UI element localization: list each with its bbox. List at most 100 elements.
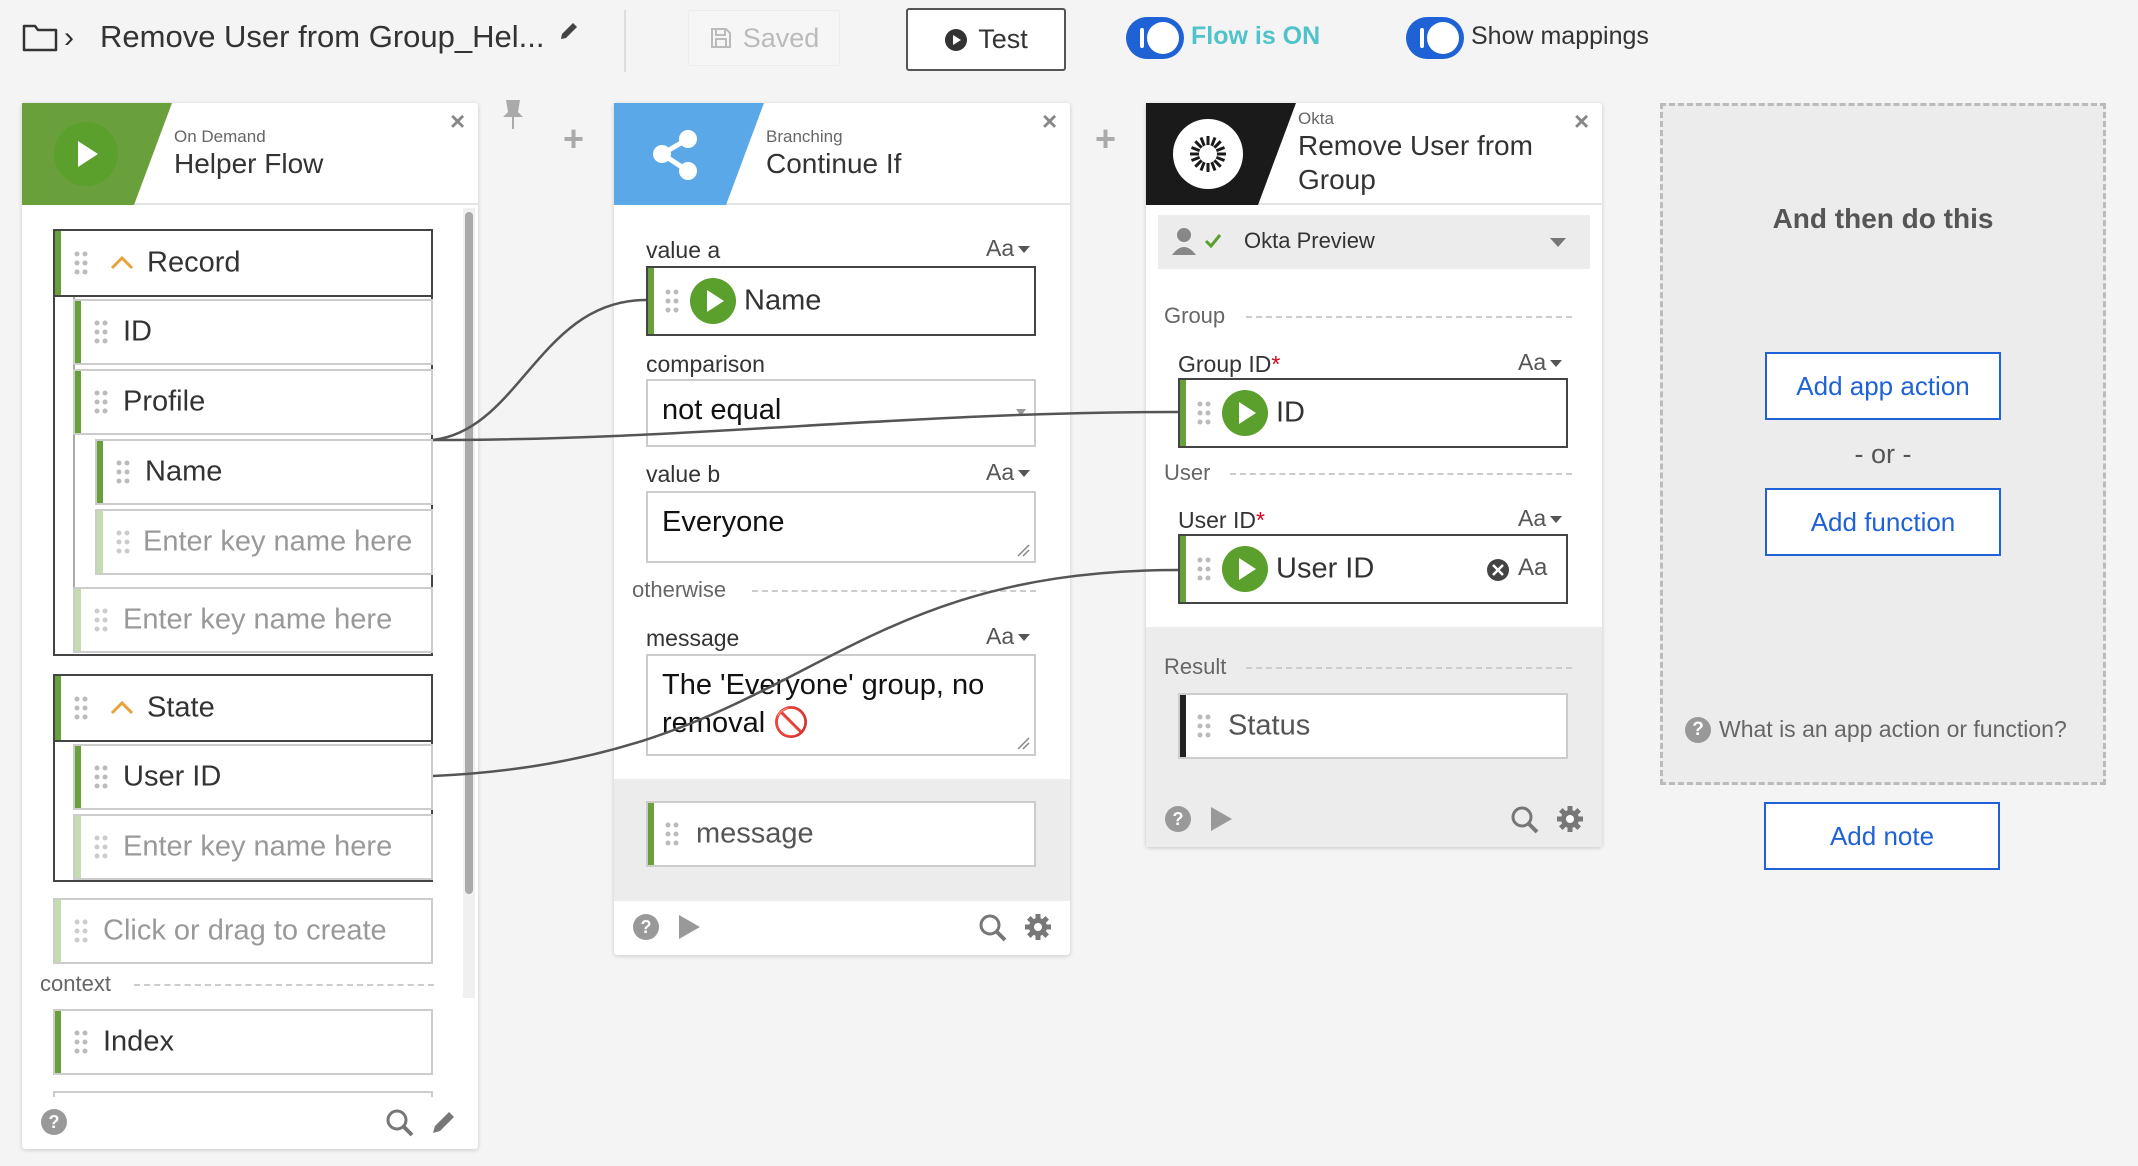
- help-icon[interactable]: ?: [632, 913, 660, 941]
- record-label: Record: [147, 246, 241, 279]
- chip-type-label[interactable]: Aa: [1518, 554, 1547, 582]
- type-selector[interactable]: Aa: [986, 235, 1030, 262]
- type-selector[interactable]: Aa: [1518, 505, 1562, 532]
- state-user-id-field[interactable]: User ID: [73, 744, 433, 810]
- create-field[interactable]: Click or drag to create: [53, 898, 433, 964]
- comparison-select[interactable]: not equal: [646, 379, 1036, 447]
- scrollbar-track[interactable]: [463, 208, 475, 998]
- user-id-field[interactable]: User ID Aa: [1178, 534, 1568, 604]
- group-id-field[interactable]: ID: [1178, 378, 1568, 448]
- card-subtitle: Branching: [766, 127, 843, 146]
- saved-button[interactable]: Saved: [688, 10, 840, 66]
- add-function-button[interactable]: Add function: [1765, 488, 2001, 556]
- pin-icon[interactable]: [500, 98, 526, 130]
- add-app-action-button[interactable]: Add app action: [1765, 352, 2001, 420]
- card-header: Branching Continue If: [614, 103, 1070, 205]
- drag-handle-icon[interactable]: [1196, 713, 1212, 739]
- new-key-field-state[interactable]: Enter key name here: [73, 814, 433, 880]
- drag-handle-icon[interactable]: [1196, 400, 1212, 426]
- drag-handle-icon[interactable]: [73, 695, 89, 721]
- drag-handle-icon[interactable]: [664, 821, 680, 847]
- index-field[interactable]: Index: [53, 1009, 433, 1075]
- flow-title[interactable]: Remove User from Group_Hel...: [100, 19, 544, 55]
- play-icon: [1222, 390, 1268, 436]
- svg-text:?: ?: [641, 917, 652, 937]
- message-input[interactable]: The 'Everyone' group, no removal 🚫: [646, 654, 1036, 756]
- play-icon: [945, 28, 968, 51]
- drag-handle-icon[interactable]: [93, 389, 109, 415]
- drag-handle-icon[interactable]: [93, 607, 109, 633]
- chevron-up-icon[interactable]: [109, 253, 135, 271]
- help-icon[interactable]: ?: [1164, 805, 1192, 833]
- or-separator: - or -: [1854, 439, 1912, 469]
- otherwise-section-label: otherwise: [632, 577, 727, 602]
- drag-handle-icon[interactable]: [664, 288, 680, 314]
- message-label: message: [646, 625, 740, 651]
- message-output-field[interactable]: message: [646, 801, 1036, 867]
- state-field[interactable]: State: [53, 674, 433, 742]
- record-field[interactable]: Record: [53, 229, 433, 297]
- clear-icon[interactable]: [1486, 558, 1510, 582]
- next-step-panel: And then do this Add app action - or - A…: [1660, 103, 2106, 785]
- drag-handle-icon[interactable]: [115, 459, 131, 485]
- pencil-icon[interactable]: [558, 20, 580, 42]
- check-icon: [1204, 234, 1222, 249]
- play-icon[interactable]: [1208, 805, 1234, 833]
- okta-remove-user-card: Okta Remove User from Group × Okta Previ…: [1146, 103, 1602, 847]
- id-field[interactable]: ID: [73, 299, 433, 365]
- resize-handle-icon[interactable]: [1016, 543, 1030, 557]
- new-key-field-record[interactable]: Enter key name here: [73, 587, 433, 653]
- top-bar: › Remove User from Group_Hel... Saved Te…: [0, 0, 2138, 78]
- divider: [1246, 667, 1572, 669]
- drag-handle-icon[interactable]: [93, 319, 109, 345]
- chevron-up-icon[interactable]: [109, 698, 135, 716]
- card-header: On Demand Helper Flow: [22, 103, 478, 205]
- drag-handle-icon[interactable]: [115, 529, 131, 555]
- play-icon[interactable]: [676, 913, 702, 941]
- close-icon[interactable]: ×: [450, 108, 465, 134]
- drag-handle-icon[interactable]: [93, 764, 109, 790]
- help-link[interactable]: ? What is an app action or function?: [1685, 716, 2067, 743]
- show-mappings-toggle[interactable]: [1406, 17, 1464, 59]
- okta-header-band: [1146, 103, 1296, 205]
- drag-handle-icon[interactable]: [73, 918, 89, 944]
- card-title: Continue If: [766, 148, 902, 179]
- type-selector[interactable]: Aa: [986, 459, 1030, 486]
- show-mappings-label: Show mappings: [1471, 22, 1649, 50]
- add-step-icon[interactable]: +: [563, 121, 584, 157]
- help-icon[interactable]: ?: [40, 1108, 68, 1136]
- flow-on-toggle[interactable]: [1126, 17, 1184, 59]
- value-b-input[interactable]: Everyone: [646, 491, 1036, 563]
- search-icon[interactable]: [978, 913, 1008, 943]
- add-note-button[interactable]: Add note: [1764, 802, 2000, 870]
- drag-handle-icon[interactable]: [73, 1029, 89, 1055]
- gear-icon[interactable]: [1024, 913, 1052, 941]
- add-step-icon[interactable]: +: [1095, 121, 1116, 157]
- comparison-value: not equal: [662, 394, 782, 426]
- scrollbar-thumb[interactable]: [465, 212, 473, 894]
- key-name-placeholder: Enter key name here: [123, 830, 393, 863]
- folder-icon[interactable]: [22, 22, 58, 52]
- user-id-chip: User ID: [1276, 552, 1375, 585]
- search-icon[interactable]: [385, 1108, 415, 1138]
- search-icon[interactable]: [1510, 805, 1540, 835]
- close-icon[interactable]: ×: [1042, 108, 1057, 134]
- name-field[interactable]: Name: [95, 439, 433, 505]
- connection-selector[interactable]: Okta Preview: [1158, 215, 1590, 269]
- group-section-label: Group: [1164, 303, 1226, 328]
- drag-handle-icon[interactable]: [93, 834, 109, 860]
- status-output-field[interactable]: Status: [1178, 693, 1568, 759]
- test-button[interactable]: Test: [906, 8, 1066, 71]
- card-header: Okta Remove User from Group: [1146, 103, 1602, 205]
- value-a-field[interactable]: Name: [646, 266, 1036, 336]
- type-selector[interactable]: Aa: [986, 623, 1030, 650]
- resize-handle-icon[interactable]: [1016, 736, 1030, 750]
- gear-icon[interactable]: [1556, 805, 1584, 833]
- pencil-icon[interactable]: [430, 1108, 458, 1136]
- drag-handle-icon[interactable]: [73, 250, 89, 276]
- type-selector[interactable]: Aa: [1518, 349, 1562, 376]
- new-key-field-profile[interactable]: Enter key name here: [95, 509, 433, 575]
- close-icon[interactable]: ×: [1574, 108, 1589, 134]
- drag-handle-icon[interactable]: [1196, 556, 1212, 582]
- profile-field[interactable]: Profile: [73, 369, 433, 435]
